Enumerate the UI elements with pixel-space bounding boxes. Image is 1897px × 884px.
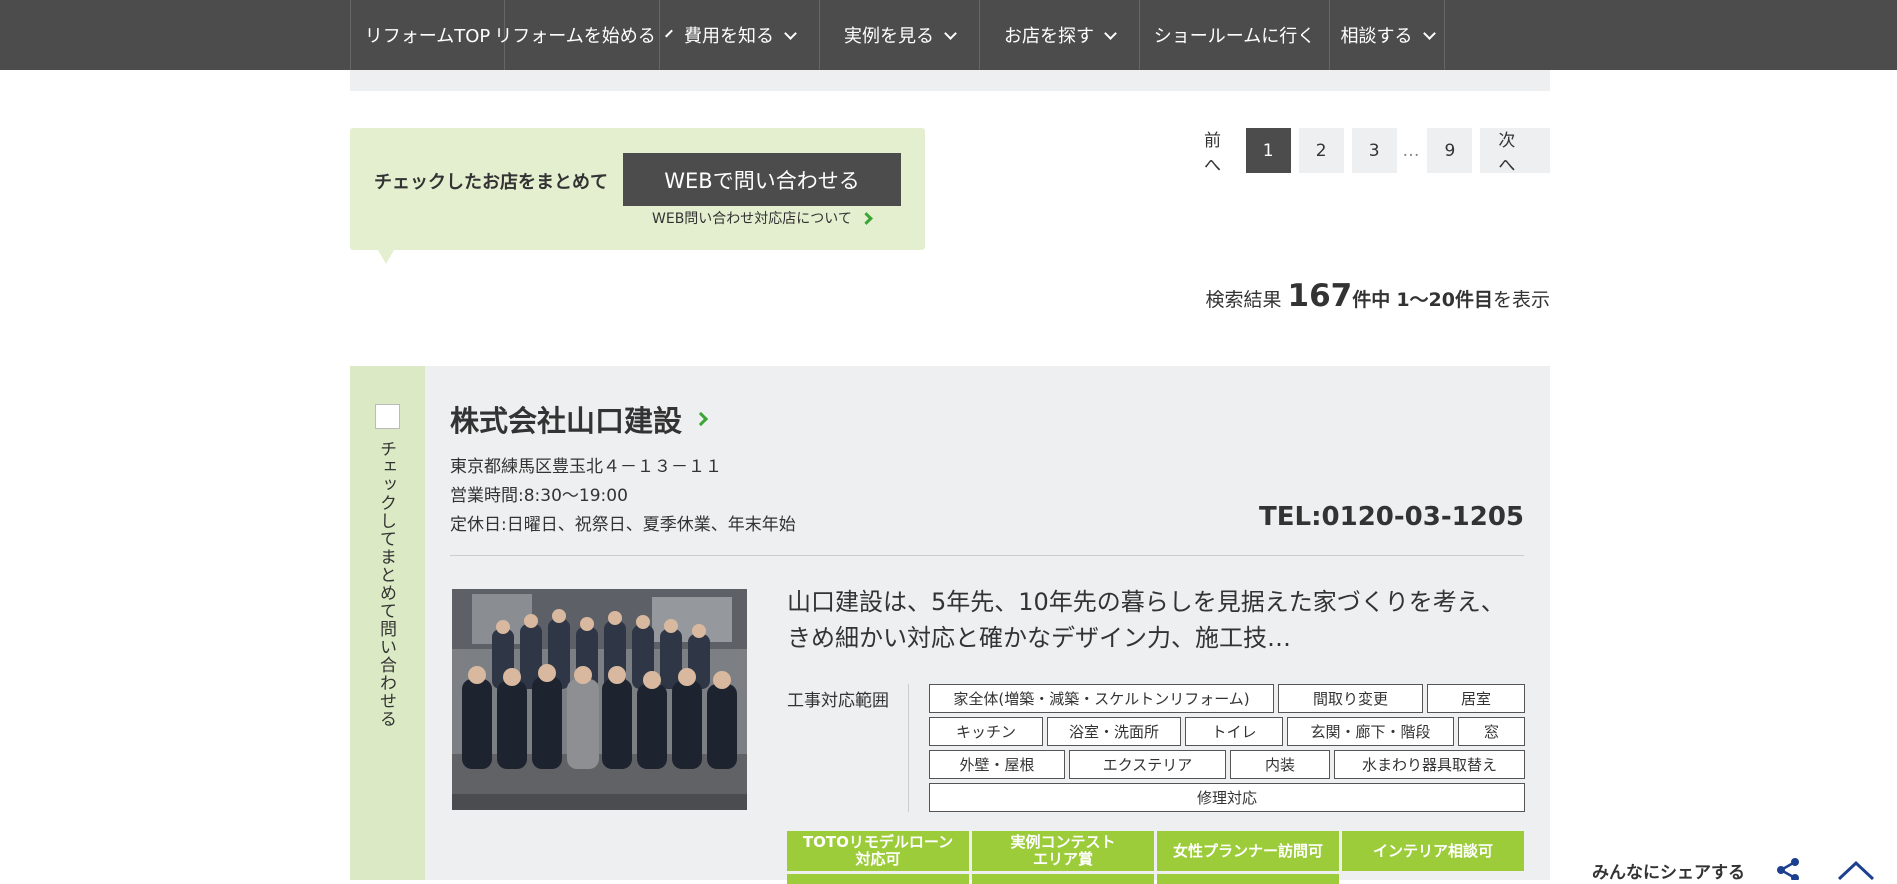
pagination-page-3[interactable]: 3 [1351,128,1397,173]
shop-description: 山口建設は、5年先、10年先の暮らしを見据えた家づくりを考え、きめ細かい対応と確… [787,588,1505,652]
global-nav: リフォームTOP リフォームを始める 費用を知る 実例を見る お店を探す ショールームに行… [0,0,1897,70]
result-total: 167 [1287,278,1353,314]
bulk-inquiry-box: チェックしたお店をまとめて WEBで問い合わせる WEB問い合わせ対応店について [350,128,925,264]
pagination-next[interactable]: 次へ [1480,128,1550,176]
scope-tag: 修理対応 [929,783,1525,812]
nav-item-label: 実例を見る [844,26,934,47]
nav-item-1[interactable]: リフォームTOP [350,0,504,70]
feature-badge: 実例コンテスト エリア賞 [972,831,1154,871]
nav-item-2[interactable]: リフォームを始める [494,0,673,70]
shop-hours: 営業時間:8:30〜19:00 [450,486,628,506]
nav-item-label: 費用を知る [684,26,774,47]
feature-badge-row2 [787,874,969,884]
scope-tag: 外壁・屋根 [929,750,1065,779]
shop-checkbox[interactable] [375,404,400,429]
feature-badge-row2 [972,874,1154,884]
divider [450,555,1524,556]
nav-item-label: 相談する [1340,26,1413,47]
share-icon[interactable] [1775,858,1801,880]
feature-badge: インテリア相談可 [1342,831,1524,871]
web-inquiry-info-link-text: WEB問い合わせ対応店について [652,211,852,227]
nav-item-4[interactable]: 実例を見る [819,0,979,70]
feature-badge: TOTOリモデルローン 対応可 [787,831,969,871]
shop-address: 東京都練馬区豊玉北４－１３－１１ [450,457,722,477]
chevron-down-icon [1422,27,1436,40]
scope-tag: 水まわり器具取替え [1334,750,1525,779]
pagination-ellipsis: … [1402,140,1420,161]
shop-card: チェックしてまとめて問い合わせる 株式会社山口建設 東京都練馬区豊玉北４－１３－… [350,366,1550,884]
nav-item-6[interactable]: ショールームに行く [1139,0,1329,70]
feature-badge: 女性プランナー訪問可 [1157,831,1339,871]
nav-item-label: ショールームに行く [1153,26,1316,47]
scope-tag: キッチン [929,717,1043,746]
chevron-right-icon [693,411,709,427]
scope-tag: トイレ [1185,717,1283,746]
chevron-down-icon [1104,27,1117,40]
chevron-down-icon [784,27,797,40]
scope-tag: 家全体(増築・減築・スケルトンリフォーム) [929,684,1274,713]
scope-tag: エクステリア [1069,750,1226,779]
scope-tag: 内装 [1230,750,1330,779]
nav-item-label: リフォームを始める [494,26,656,47]
chevron-down-icon [944,27,957,40]
pagination-page-1[interactable]: 1 [1245,128,1291,173]
nav-item-5[interactable]: お店を探す [979,0,1139,70]
shop-holidays: 定休日:日曜日、祝祭日、夏季休業、年末年始 [450,515,796,535]
shop-tel[interactable]: TEL:0120-03-1205 [1259,502,1524,532]
result-suffix: を表示 [1492,289,1550,311]
page-top-icon[interactable] [1836,858,1876,880]
web-inquiry-button[interactable]: WEBで問い合わせる [623,153,901,206]
result-prefix: 検索結果 [1205,289,1282,311]
result-range: 1〜20件目 [1396,289,1493,311]
bulk-inquiry-label: チェックしたお店をまとめて [374,172,608,193]
nav-item-3[interactable]: 費用を知る [659,0,819,70]
pagination-page-2[interactable]: 2 [1298,128,1344,173]
share-label[interactable]: みんなにシェアする [1592,858,1745,883]
scope-tag: 玄関・廊下・階段 [1287,717,1454,746]
scope-label: 工事対応範囲 [787,691,889,711]
scope-tag: 浴室・洗面所 [1047,717,1181,746]
staff-photo-image [452,589,747,810]
nav-item-label: リフォームTOP [364,26,491,47]
pagination: 前へ 1 2 3 … 9 次へ [1200,128,1550,176]
pagination-page-last[interactable]: 9 [1427,128,1473,173]
result-mid: 件中 [1352,289,1391,311]
scope-tag: 居室 [1427,684,1525,713]
shop-name: 株式会社山口建設 [450,404,683,438]
scope-tag: 間取り変更 [1278,684,1423,713]
shop-check-column[interactable]: チェックしてまとめて問い合わせる [350,366,425,880]
pagination-prev[interactable]: 前へ [1204,128,1238,176]
nav-item-label: お店を探す [1004,26,1094,47]
shop-check-label: チェックしてまとめて問い合わせる [376,440,396,728]
feature-badge-row2 [1157,874,1339,884]
shop-name-link[interactable]: 株式会社山口建設 [450,398,709,440]
chevron-right-icon [860,211,873,225]
search-band [350,70,1550,91]
nav-item-7[interactable]: 相談する [1329,0,1445,70]
shop-staff-photo[interactable] [452,589,747,810]
scope-tag: 窓 [1458,717,1525,746]
global-nav-items: リフォームTOP リフォームを始める 費用を知る 実例を見る お店を探す ショールームに行… [350,0,1550,70]
scope-divider [908,684,909,812]
web-inquiry-info-link[interactable]: WEB問い合わせ対応店について [652,208,873,228]
search-result-count: 検索結果 167件中 1〜20件目を表示 [1100,278,1550,314]
